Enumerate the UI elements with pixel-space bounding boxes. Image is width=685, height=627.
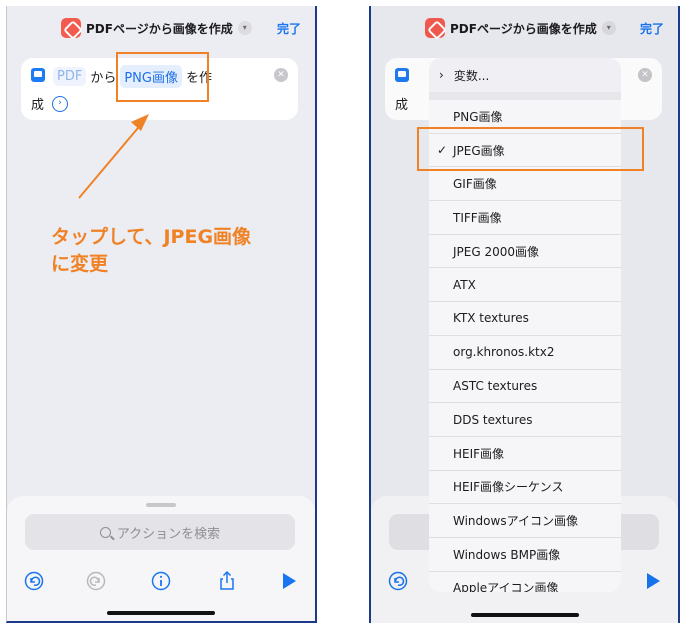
format-option-label: KTX textures	[453, 311, 529, 326]
format-option-13[interactable]: Windows BMP画像	[429, 537, 621, 572]
format-option-label: HEIF画像	[453, 446, 505, 461]
annotation-line-2: に変更	[51, 253, 109, 275]
format-option-7[interactable]: org.khronos.ktx2	[429, 335, 621, 370]
chevron-right-icon: ›	[439, 68, 444, 82]
share-icon[interactable]	[216, 570, 238, 592]
format-option-10[interactable]: HEIF画像	[429, 436, 621, 471]
action-sheet: アクションを検索	[7, 496, 315, 621]
format-option-label: Appleアイコン画像	[453, 581, 559, 592]
format-option-label: DDS textures	[453, 412, 533, 427]
format-option-4[interactable]: JPEG 2000画像	[429, 234, 621, 269]
search-input[interactable]: アクションを検索	[25, 514, 295, 550]
search-placeholder: アクションを検索	[116, 526, 221, 542]
format-option-8[interactable]: ASTC textures	[429, 369, 621, 404]
format-option-label: GIF画像	[453, 177, 497, 192]
format-option-label: JPEG 2000画像	[453, 244, 540, 259]
format-options-list: PNG画像 ✓ JPEG画像 GIF画像 TIFF画像 JPEG 2000画像 ATX KTX…	[429, 100, 621, 592]
redo-icon[interactable]	[85, 570, 107, 592]
annotation-line-1: タップして、JPEG画像	[51, 226, 252, 248]
menu-separator	[429, 92, 621, 100]
format-option-6[interactable]: KTX textures	[429, 302, 621, 336]
format-option-14[interactable]: Appleアイコン画像	[429, 571, 621, 592]
jpeg-option-highlight	[417, 127, 644, 171]
format-option-3[interactable]: TIFF画像	[429, 201, 621, 235]
format-option-12[interactable]: Windowsアイコン画像	[429, 504, 621, 538]
format-option-label: HEIF画像シーケンス	[453, 480, 564, 495]
format-option-2[interactable]: GIF画像	[429, 167, 621, 202]
search-icon	[99, 526, 111, 538]
variable-menu-item[interactable]: › 変数...	[429, 58, 621, 92]
undo-icon[interactable]	[23, 570, 45, 592]
format-option-label: TIFF画像	[453, 210, 502, 225]
format-option-label: Windowsアイコン画像	[453, 514, 578, 529]
home-indicator	[107, 611, 215, 615]
format-option-label: ATX	[453, 277, 476, 292]
info-icon[interactable]	[150, 570, 172, 592]
format-option-11[interactable]: HEIF画像シーケンス	[429, 470, 621, 505]
format-option-5[interactable]: ATX	[429, 268, 621, 303]
toolbar	[7, 570, 315, 594]
left-screen: PDFページから画像を作成 ▾ 完了 PDF から PNG画像 を作 成 › ✕…	[6, 6, 317, 623]
format-option-label: ASTC textures	[453, 378, 538, 393]
format-option-label: PNG画像	[453, 109, 503, 124]
play-icon[interactable]	[278, 570, 300, 592]
right-screen: PDFページから画像を作成 ▾ 完了 成 ✕ › 変数... PNG画像 ✓ J…	[369, 6, 680, 623]
format-option-label: org.khronos.ktx2	[453, 345, 555, 360]
variable-label: 変数...	[453, 68, 490, 83]
sheet-grabber[interactable]	[146, 503, 176, 507]
annotation-text: タップして、JPEG画像 に変更	[51, 224, 301, 278]
format-option-9[interactable]: DDS textures	[429, 403, 621, 437]
format-option-label: Windows BMP画像	[453, 547, 561, 562]
